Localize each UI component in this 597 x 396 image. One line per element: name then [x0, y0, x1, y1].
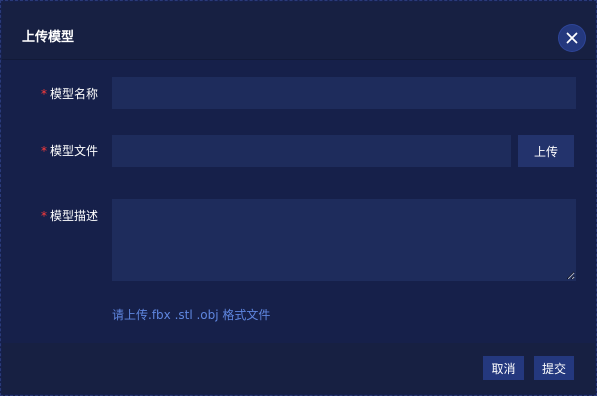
dialog-footer: 取消 提交 [2, 343, 595, 394]
model-description-textarea[interactable] [112, 199, 576, 281]
model-name-label-text: 模型名称 [50, 87, 99, 101]
close-button[interactable] [559, 25, 585, 51]
dialog-body: * 模型名称 * 模型文件 上传 * 模型描述 请上传.fbx .stl .obj 格… [2, 60, 595, 343]
required-mark: * [41, 144, 47, 158]
file-format-hint: 请上传.fbx .stl .obj 格式文件 [112, 308, 271, 322]
dialog-header: 上传模型 [2, 2, 595, 60]
model-file-label: * 模型文件 [41, 142, 98, 159]
cancel-button[interactable]: 取消 [483, 356, 524, 380]
model-description-label-text: 模型描述 [50, 209, 99, 223]
close-icon [566, 32, 578, 44]
upload-button[interactable]: 上传 [518, 135, 574, 167]
model-name-label: * 模型名称 [41, 85, 98, 102]
model-file-input[interactable] [112, 135, 511, 167]
required-mark: * [41, 87, 47, 101]
model-name-input[interactable] [112, 77, 576, 109]
submit-button[interactable]: 提交 [534, 356, 574, 380]
model-description-label: * 模型描述 [41, 207, 98, 224]
dialog-title: 上传模型 [22, 30, 75, 45]
required-mark: * [41, 209, 47, 223]
upload-model-dialog: 上传模型 * 模型名称 * 模型文件 上传 * 模型描述 请上传.fbx .stl .… [0, 0, 597, 396]
model-file-label-text: 模型文件 [50, 144, 99, 158]
